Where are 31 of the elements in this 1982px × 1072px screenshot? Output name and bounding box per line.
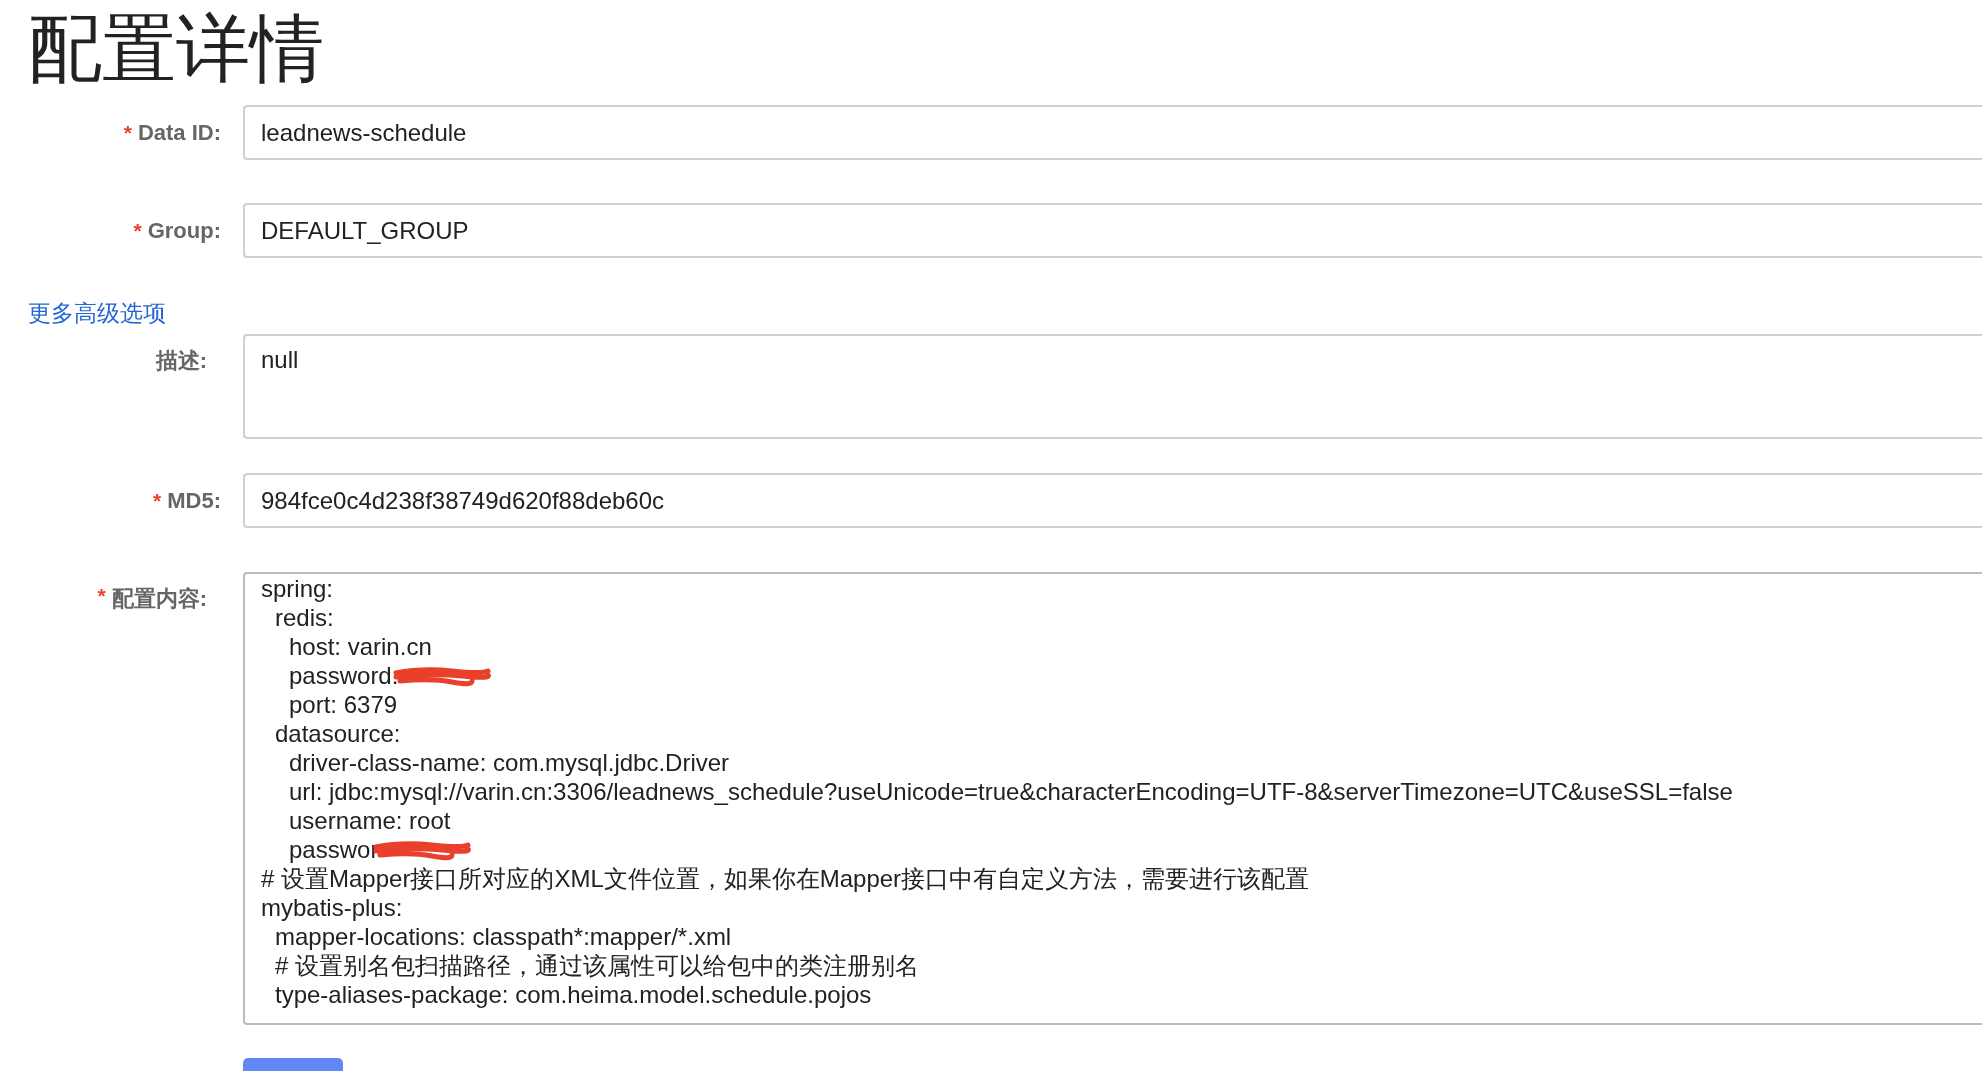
code-line: # 设置Mapper接口所对应的XML文件位置，如果你在Mapper接口中有自定义方法，需要进行该配置 bbox=[261, 864, 1310, 893]
md5-field[interactable]: 984fce0c4d238f38749d620f88deb60c bbox=[243, 473, 1982, 528]
text-input-field[interactable]: leadnews-schedule bbox=[243, 105, 1982, 160]
field-label: Data ID: bbox=[137, 119, 221, 146]
code-line: url: jdbc:mysql://varin.cn:3306/leadnews_schedule?useUnicode=true&characterEncoding=UTF-8&serverTimezone=UTC&useSSL=false bbox=[289, 777, 1733, 806]
field-label: MD5: bbox=[167, 487, 221, 514]
code-line: datasource: bbox=[275, 719, 401, 748]
required-asterisk: * bbox=[97, 584, 106, 608]
required-asterisk: * bbox=[133, 218, 142, 243]
code-line: mapper-locations: classpath*:mapper/*.xml bbox=[275, 922, 732, 951]
description-field[interactable]: null bbox=[243, 334, 1982, 439]
code-line: passwor bbox=[289, 835, 379, 864]
code-line: type-aliases-package: com.heima.model.schedule.pojos bbox=[275, 980, 872, 1009]
text-input-field[interactable]: DEFAULT_GROUP bbox=[243, 203, 1982, 258]
field-label: 配置内容: bbox=[111, 585, 207, 613]
required-asterisk: * bbox=[123, 120, 132, 145]
code-line: spring: bbox=[261, 574, 334, 603]
field-label: Group: bbox=[147, 217, 221, 244]
code-line: username: root bbox=[289, 806, 451, 835]
code-line: port: 6379 bbox=[289, 690, 398, 719]
field-label: 描述: bbox=[155, 347, 207, 375]
code-line: password: bbox=[289, 661, 399, 690]
code-line: mybatis-plus: bbox=[261, 893, 403, 922]
advanced-options-link[interactable]: 更多高级选项 bbox=[28, 298, 166, 328]
required-asterisk: * bbox=[153, 488, 162, 513]
code-line: redis: bbox=[275, 603, 334, 632]
code-line: # 设置别名包扫描路径，通过该属性可以给包中的类注册别名 bbox=[275, 951, 919, 980]
config-content-editor[interactable] bbox=[243, 572, 1982, 1025]
code-line: host: varin.cn bbox=[289, 632, 432, 661]
code-line: driver-class-name: com.mysql.jdbc.Driver bbox=[289, 748, 730, 777]
page-title: 配置详情 bbox=[28, 4, 325, 93]
